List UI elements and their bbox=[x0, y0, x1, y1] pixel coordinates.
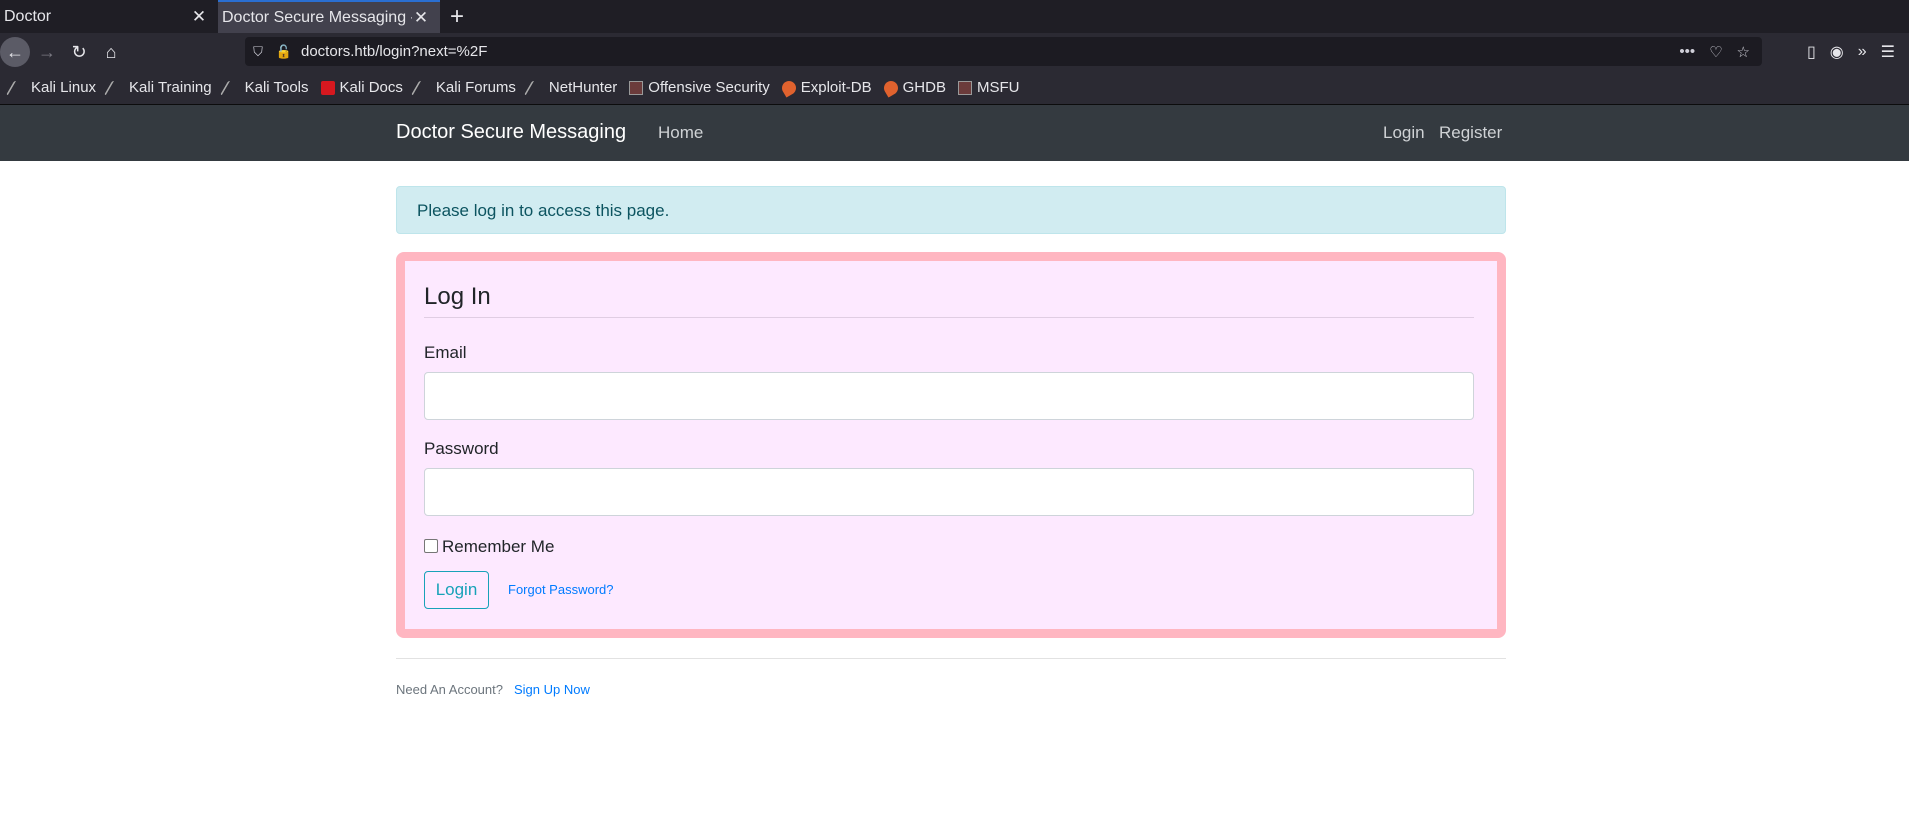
bookmark-kali-linux[interactable]: Kali Linux bbox=[5, 79, 97, 96]
exploit-db-icon bbox=[779, 77, 799, 98]
need-account-text: Need An Account? bbox=[396, 682, 503, 697]
offsec-icon bbox=[957, 80, 972, 95]
forgot-password-link[interactable]: Forgot Password? bbox=[508, 582, 614, 597]
back-button[interactable]: ← bbox=[0, 37, 30, 67]
more-icon[interactable]: ••• bbox=[1679, 43, 1695, 61]
login-card: Log In Email Password Remember Me Login … bbox=[396, 252, 1506, 638]
bookmark-kali-forums[interactable]: Kali Forums bbox=[410, 79, 516, 96]
tab-title: Doctor bbox=[4, 7, 52, 25]
bookmark-exploit-db[interactable]: Exploit-DB bbox=[779, 77, 872, 98]
kali-dragon-icon bbox=[410, 80, 435, 95]
bookmark-kali-docs[interactable]: Kali Docs bbox=[320, 79, 403, 96]
site-navbar: Doctor Secure Messaging Home Login Regis… bbox=[0, 105, 1909, 161]
kali-dragon-icon bbox=[219, 80, 244, 95]
home-button[interactable]: ⌂ bbox=[96, 37, 126, 67]
browser-tab-active[interactable]: Doctor Secure Messaging - D ✕ bbox=[218, 0, 440, 33]
login-form: Log In Email Password Remember Me Login … bbox=[405, 261, 1497, 629]
bookmark-label: MSFU bbox=[976, 79, 1020, 96]
bookmark-ghdb[interactable]: GHDB bbox=[881, 77, 946, 98]
reload-button[interactable]: ↻ bbox=[64, 37, 94, 67]
bookmarks-bar: Kali Linux Kali Training Kali Tools Kali… bbox=[0, 71, 1909, 105]
bookmark-label: Kali Docs bbox=[339, 79, 403, 96]
menu-icon[interactable]: ☰ bbox=[1881, 42, 1895, 62]
insecure-lock-icon[interactable]: 🔓 bbox=[271, 44, 297, 60]
bookmark-msfu[interactable]: MSFU bbox=[957, 79, 1020, 96]
url-text[interactable]: doctors.htb/login?next=%2F bbox=[297, 43, 1679, 60]
nav-login-link[interactable]: Login bbox=[1383, 123, 1425, 143]
nav-home-link[interactable]: Home bbox=[658, 123, 703, 143]
login-button[interactable]: Login bbox=[424, 571, 489, 609]
browser-tab-bar: Doctor ✕ Doctor Secure Messaging - D ✕ + bbox=[0, 0, 1909, 33]
bookmark-label: NetHunter bbox=[548, 79, 618, 96]
email-field[interactable] bbox=[424, 372, 1474, 420]
sign-up-link[interactable]: Sign Up Now bbox=[514, 682, 590, 697]
email-label: Email bbox=[424, 343, 467, 362]
bookmark-label: Kali Training bbox=[129, 79, 212, 96]
bookmark-label: Exploit-DB bbox=[800, 79, 872, 96]
browser-tab[interactable]: Doctor ✕ bbox=[0, 0, 218, 33]
pocket-icon[interactable]: ♡ bbox=[1709, 43, 1722, 61]
close-icon[interactable]: ✕ bbox=[190, 7, 208, 26]
password-label: Password bbox=[424, 439, 499, 458]
overflow-chevron-icon[interactable]: » bbox=[1858, 43, 1867, 61]
kali-dragon-icon bbox=[523, 80, 548, 95]
nav-register-link[interactable]: Register bbox=[1439, 123, 1502, 143]
shield-icon[interactable]: ⛉ bbox=[245, 44, 271, 60]
bookmark-label: Offensive Security bbox=[648, 79, 770, 96]
kali-dragon-icon bbox=[104, 80, 129, 95]
password-field[interactable] bbox=[424, 468, 1474, 516]
divider bbox=[396, 658, 1506, 659]
browser-nav-bar: ← → ↻ ⌂ ⛉ 🔓 doctors.htb/login?next=%2F •… bbox=[0, 33, 1909, 71]
info-alert: Please log in to access this page. bbox=[396, 186, 1506, 234]
bookmark-label: Kali Tools bbox=[244, 79, 309, 96]
plus-icon: + bbox=[449, 2, 464, 30]
url-bar[interactable]: ⛉ 🔓 doctors.htb/login?next=%2F ••• ♡ ☆ bbox=[245, 37, 1762, 66]
close-icon[interactable]: ✕ bbox=[412, 8, 430, 27]
bookmark-label: GHDB bbox=[902, 79, 946, 96]
bookmark-label: Kali Forums bbox=[435, 79, 516, 96]
new-tab-button[interactable]: + bbox=[440, 0, 474, 33]
star-icon[interactable]: ☆ bbox=[1737, 43, 1750, 61]
kali-dragon-icon bbox=[5, 80, 31, 95]
account-icon[interactable]: ◉ bbox=[1830, 42, 1844, 62]
offsec-icon bbox=[629, 80, 644, 95]
tab-title: Doctor Secure Messaging - D bbox=[222, 8, 412, 26]
sidebar-icon[interactable]: ▯ bbox=[1807, 42, 1816, 62]
reload-icon: ↻ bbox=[71, 41, 87, 62]
bookmark-kali-training[interactable]: Kali Training bbox=[104, 79, 212, 96]
home-icon: ⌂ bbox=[105, 41, 117, 62]
forward-button[interactable]: → bbox=[32, 37, 62, 67]
bookmark-label: Kali Linux bbox=[31, 79, 97, 96]
bookmark-kali-tools[interactable]: Kali Tools bbox=[219, 79, 309, 96]
form-legend: Log In bbox=[424, 283, 1474, 318]
exploit-db-icon bbox=[881, 77, 901, 98]
arrow-left-icon: ← bbox=[6, 41, 24, 62]
site-brand[interactable]: Doctor Secure Messaging bbox=[396, 121, 626, 144]
remember-me-checkbox[interactable] bbox=[424, 539, 438, 553]
bookmark-nethunter[interactable]: NetHunter bbox=[523, 79, 618, 96]
kali-docs-icon bbox=[320, 80, 335, 95]
remember-me-label[interactable]: Remember Me bbox=[442, 537, 554, 557]
bookmark-offensive-security[interactable]: Offensive Security bbox=[629, 79, 770, 96]
arrow-right-icon: → bbox=[38, 41, 56, 62]
